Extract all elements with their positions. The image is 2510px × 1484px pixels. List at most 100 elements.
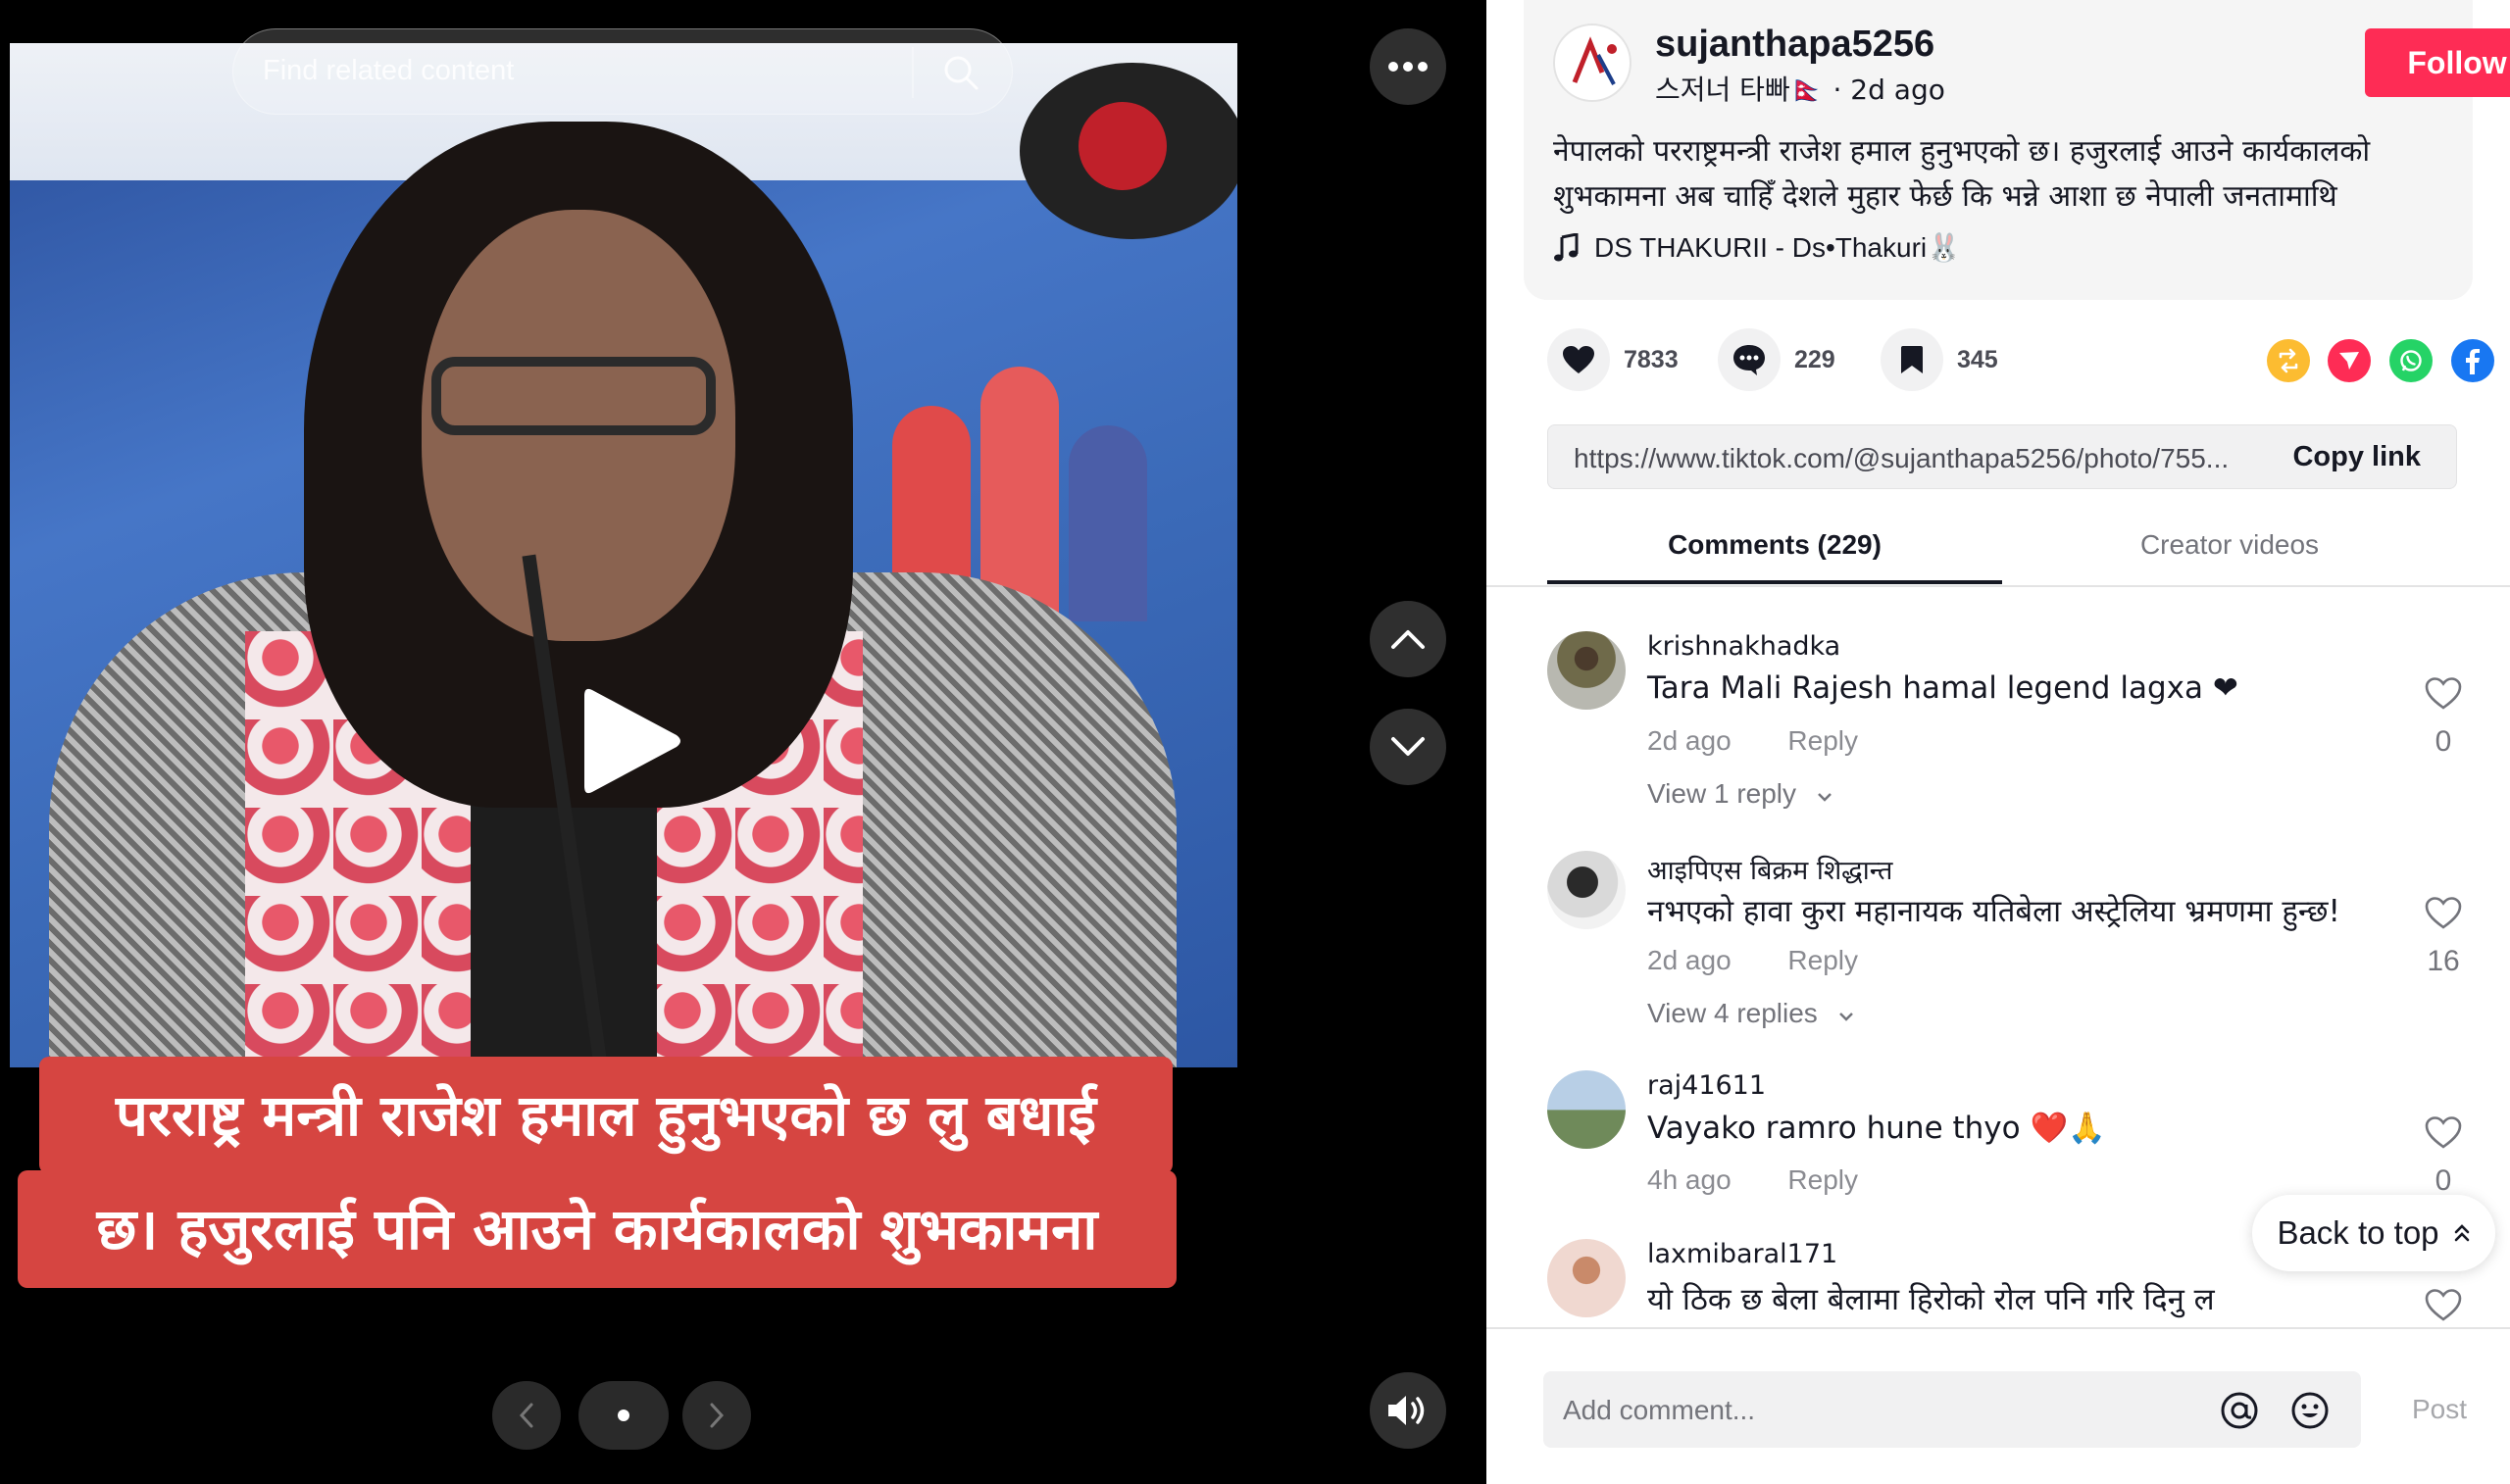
comment-username[interactable]: laxmibaral171 (1647, 1239, 1837, 1269)
next-post-button[interactable] (1370, 709, 1446, 785)
music-title: DS THAKURII - Ds•Thakuri🐰 (1594, 232, 1961, 263)
chevron-down-icon (1391, 737, 1425, 756)
previous-photo-button[interactable] (492, 1381, 561, 1450)
save-button[interactable] (1881, 328, 1943, 391)
post-description: नेपालको परराष्ट्रमन्त्री राजेश हमाल हुनु… (1553, 134, 2371, 214)
volume-button[interactable] (1370, 1372, 1446, 1449)
active-tab-indicator (1547, 580, 2002, 584)
post-photo[interactable] (10, 43, 1237, 1067)
comment-meta: 2d ago Reply (1647, 725, 1858, 757)
facebook-icon (2466, 349, 2480, 374)
save-count: 345 (1957, 345, 1998, 373)
save-action[interactable]: 345 (1881, 328, 1998, 391)
view-replies-label: View 4 replies (1647, 998, 1818, 1028)
separator-dot: · (1832, 74, 1851, 106)
chevron-up-icon (1391, 630, 1425, 649)
repost-button[interactable] (2267, 339, 2310, 382)
author-username[interactable]: sujanthapa5256 (1655, 24, 1934, 66)
search-icon[interactable] (939, 51, 982, 94)
like-button[interactable] (1547, 328, 1610, 391)
comment-meta: 4h ago Reply (1647, 1164, 1858, 1196)
speaker-glasses (431, 357, 716, 435)
comment-username[interactable]: raj41611 (1647, 1070, 1766, 1101)
comment-avatar[interactable] (1547, 631, 1626, 710)
previous-post-button[interactable] (1370, 601, 1446, 677)
media-viewer: Find related content परराष्ट्र मन्त्री र… (0, 0, 1486, 1484)
reply-button[interactable]: Reply (1787, 1164, 1858, 1195)
view-replies-button[interactable]: View 1 reply (1647, 778, 1833, 810)
comment-avatar[interactable] (1547, 851, 1626, 929)
music-link[interactable]: DS THAKURII - Ds•Thakuri🐰 (1553, 231, 1961, 264)
back-to-top-label: Back to top (2277, 1214, 2439, 1251)
heart-icon (1563, 346, 1594, 373)
tabs-divider (1486, 585, 2510, 587)
double-chevron-up-icon (2454, 1224, 2469, 1242)
tab-creator-videos[interactable]: Creator videos (2002, 529, 2457, 561)
comment-time: 2d ago (1647, 725, 1732, 756)
like-action[interactable]: 7833 (1547, 328, 1679, 391)
comment-username[interactable]: krishnakhadka (1647, 631, 1840, 662)
comment-composer[interactable]: Add comment... (1543, 1371, 2361, 1448)
like-count: 7833 (1624, 345, 1679, 373)
view-replies-label: View 1 reply (1647, 778, 1797, 809)
comment-like-icon[interactable] (2424, 1286, 2463, 1325)
send-to-friends-button[interactable] (2328, 339, 2371, 382)
comment-avatar[interactable] (1547, 1070, 1626, 1149)
share-link-text[interactable]: https://www.tiktok.com/@sujanthapa5256/p… (1574, 443, 2229, 474)
comment-action[interactable]: 229 (1718, 328, 1835, 391)
comment-text: Vayako ramro hune thyo ❤️🙏 (1647, 1111, 2106, 1146)
author-display-name[interactable]: 스저너 타빠🇳🇵 (1655, 74, 1825, 106)
comment-like-icon[interactable] (2424, 1113, 2463, 1153)
post-time: 2d ago (1850, 74, 1945, 106)
comment-like-count: 0 (2435, 725, 2452, 758)
comment-like-icon[interactable] (2424, 894, 2463, 933)
comment-time: 4h ago (1647, 1164, 1732, 1195)
comment-input[interactable]: Add comment... (1563, 1395, 1755, 1426)
bookmark-icon (1901, 346, 1923, 373)
chevron-right-icon (710, 1403, 725, 1428)
comment-time: 2d ago (1647, 945, 1732, 975)
author-subline: 스저너 타빠🇳🇵 · 2d ago (1655, 69, 1945, 108)
comment-meta: 2d ago Reply (1647, 945, 1858, 976)
view-replies-button[interactable]: View 4 replies (1647, 998, 1855, 1029)
repost-icon (2279, 348, 2298, 373)
music-note-icon (1554, 232, 1579, 261)
comment-text: यो ठिक छ बेला बेलामा हिरोको रोल पनि गरि … (1647, 1282, 2215, 1317)
back-to-top-button[interactable]: Back to top (2252, 1195, 2495, 1271)
comment-like-count: 16 (2427, 945, 2460, 977)
chevron-down-icon (1838, 1013, 1853, 1021)
post-comment-button[interactable]: Post (2412, 1394, 2467, 1425)
follow-button[interactable]: Follow (2365, 28, 2510, 97)
comment-username[interactable]: आइपिएस बिक्रम शिद्धान्त (1647, 851, 1892, 887)
emoji-icon[interactable] (2288, 1389, 2332, 1432)
copy-link-button[interactable]: Copy link (2292, 441, 2421, 473)
comment-avatar[interactable] (1547, 1239, 1626, 1317)
comment-text: नभएको हावा कुरा महानायक यतिबेला अस्ट्रेल… (1647, 894, 2340, 929)
caption-line-1: परराष्ट्र मन्त्री राजेश हमाल हुनुभएको छ … (39, 1057, 1173, 1174)
comment-like-icon[interactable] (2424, 674, 2463, 714)
reply-button[interactable]: Reply (1787, 945, 1858, 975)
play-icon[interactable] (578, 682, 686, 800)
comment-count: 229 (1794, 345, 1835, 373)
details-panel: sujanthapa5256 스저너 타빠🇳🇵 · 2d ago Follow … (1486, 0, 2510, 1484)
reply-button[interactable]: Reply (1787, 725, 1858, 756)
whatsapp-icon (2400, 350, 2422, 371)
search-input[interactable]: Find related content (263, 55, 514, 87)
whatsapp-share-button[interactable] (2389, 339, 2433, 382)
comment-button[interactable] (1718, 328, 1781, 391)
volume-icon (1388, 1396, 1425, 1425)
event-logo (1020, 63, 1237, 239)
search-bar[interactable]: Find related content (232, 28, 1013, 115)
author-avatar[interactable] (1553, 24, 1632, 102)
comment-icon (1733, 345, 1765, 375)
photo-page-indicator[interactable] (578, 1381, 669, 1450)
mention-icon[interactable] (2218, 1389, 2261, 1432)
tab-comments[interactable]: Comments (229) (1547, 529, 2002, 561)
facebook-share-button[interactable] (2451, 339, 2494, 382)
photo-caption-overlay: परराष्ट्र मन्त्री राजेश हमाल हुनुभएको छ … (18, 1057, 1177, 1288)
next-photo-button[interactable] (682, 1381, 751, 1450)
comment-text: Tara Mali Rajesh hamal legend lagxa ❤ (1647, 670, 2238, 706)
paper-plane-icon (2339, 352, 2359, 370)
comment-like-count: 0 (2435, 1164, 2452, 1197)
more-options-button[interactable] (1370, 28, 1446, 105)
